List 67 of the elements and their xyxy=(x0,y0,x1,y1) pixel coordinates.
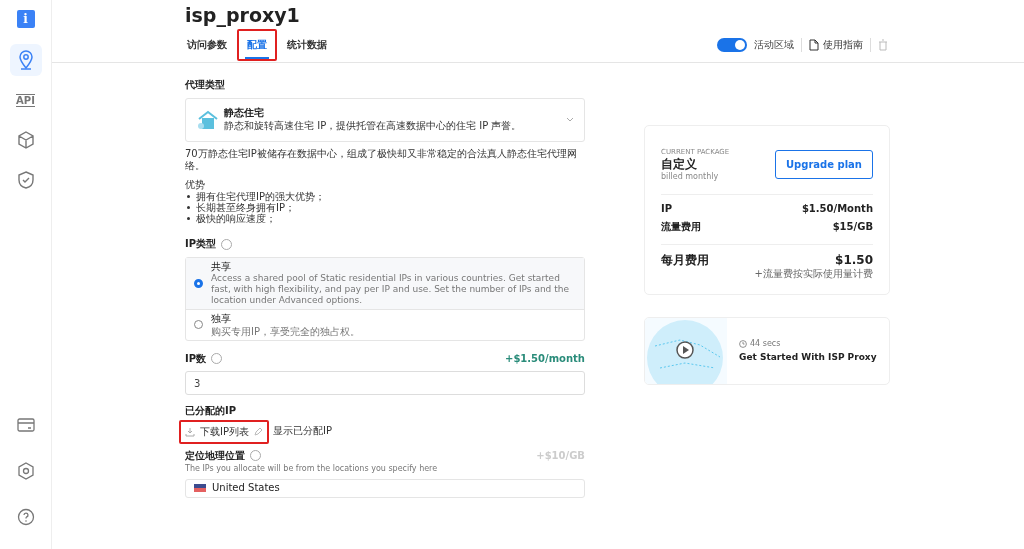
document-icon xyxy=(809,39,819,51)
advantage-item: 拥有住宅代理IP的强大优势； xyxy=(196,191,325,202)
price-label: IP xyxy=(661,202,673,216)
tab[interactable]: 配置 xyxy=(245,33,269,59)
tab[interactable]: 统计数据 xyxy=(285,33,329,59)
upgrade-plan-button[interactable]: Upgrade plan xyxy=(775,150,873,180)
advantage-item: 长期甚至终身拥有IP； xyxy=(196,202,295,213)
radio-option[interactable]: 独享 购买专用IP，享受完全的独占权。 xyxy=(186,309,584,340)
total-note: +流量费按实际使用量计费 xyxy=(753,267,873,281)
guide-link[interactable]: 使用指南 xyxy=(809,38,863,52)
field-label: 代理类型 xyxy=(185,79,226,92)
price-value: $15/GB xyxy=(832,221,873,234)
location-name: United States xyxy=(212,482,280,495)
video-title: Get Started With ISP Proxy xyxy=(739,352,877,364)
option-title: 独享 xyxy=(211,313,232,326)
field-label: 已分配的IP xyxy=(185,405,238,418)
page-title: isp_proxy1 xyxy=(185,3,301,28)
bullet-icon xyxy=(187,195,190,198)
total-label: 每月费用 xyxy=(661,252,709,268)
help-icon xyxy=(16,508,35,526)
price-value: $1.50/Month xyxy=(801,202,873,216)
field-label: IP数 xyxy=(185,352,207,365)
ip-count-input[interactable]: 3 xyxy=(185,371,585,395)
bullet-icon xyxy=(187,217,190,220)
tab[interactable]: 访问参数 xyxy=(185,33,229,59)
chevron-down-icon xyxy=(566,117,574,122)
download-ip-list-button[interactable]: 下载IP列表 xyxy=(185,422,263,441)
advantage-item: 极快的响应速度； xyxy=(196,213,276,224)
description-text: 70万静态住宅IP被储存在数据中心，组成了极快却又非常稳定的合法真人静态住宅代理网络。 xyxy=(185,147,578,173)
toggle-label: 活动区域 xyxy=(754,38,794,52)
option-description: Access a shared pool of Static residential IPs in various countries. Get started fast, with high flexibility, and pay per IP and use. Set the number of IPs and the location under Advanced options. xyxy=(211,273,570,306)
clock-icon xyxy=(739,340,747,349)
show-assigned-ip-link[interactable]: 显示已分配IP xyxy=(273,425,332,438)
location-row[interactable]: United States xyxy=(185,479,585,498)
billing-text: billed monthly xyxy=(661,171,720,182)
total-value: $1.50 xyxy=(835,252,873,268)
advantages-heading: 优势 xyxy=(185,178,206,191)
pencil-icon xyxy=(254,427,263,436)
settings-icon xyxy=(16,462,35,480)
location-pin-icon xyxy=(16,50,35,70)
radio-button[interactable] xyxy=(194,278,203,288)
price-label: 流量费用 xyxy=(661,221,701,234)
sidebar-item[interactable] xyxy=(9,44,42,76)
field-label: IP类型 xyxy=(185,238,217,251)
price-text: +$1.50/month xyxy=(505,352,585,365)
sidebar-item[interactable]: API xyxy=(9,84,42,116)
download-icon xyxy=(185,426,195,437)
field-label: 定位地理位置 xyxy=(185,449,245,462)
shield-check-icon xyxy=(16,171,35,189)
proxy-type-dropdown[interactable]: 静态住宅 静态和旋转高速住宅 IP，提供托管在高速数据中心的住宅 IP 声誉。 xyxy=(185,97,585,142)
api-label: API xyxy=(16,93,35,107)
house-icon xyxy=(196,108,218,131)
info-logo-icon[interactable]: i xyxy=(16,10,35,28)
option-description: 静态和旋转高速住宅 IP，提供托管在高速数据中心的住宅 IP 声誉。 xyxy=(224,119,523,132)
radio-option[interactable]: 共享 Access a shared pool of Static residential IPs in various countries. Get started fast, with high flexibility, and pay per IP and use. Set the number of IPs and the location under Advanced options. xyxy=(186,257,584,309)
cube-icon xyxy=(16,131,35,149)
video-duration: 44 secs xyxy=(750,339,781,350)
option-description: 购买专用IP，享受完全的独占权。 xyxy=(211,325,360,337)
bullet-icon xyxy=(187,206,190,209)
video-card[interactable]: 44 secs Get Started With ISP Proxy xyxy=(644,317,890,386)
credit-card-icon xyxy=(16,418,35,432)
package-name: 自定义 xyxy=(661,156,698,172)
option-title: 静态住宅 xyxy=(224,107,265,120)
hint-text: The IPs you allocate will be from the locations you specify here xyxy=(185,464,439,474)
toggle-switch[interactable] xyxy=(717,38,747,52)
option-title: 共享 xyxy=(211,260,232,273)
flag-icon xyxy=(194,484,206,493)
